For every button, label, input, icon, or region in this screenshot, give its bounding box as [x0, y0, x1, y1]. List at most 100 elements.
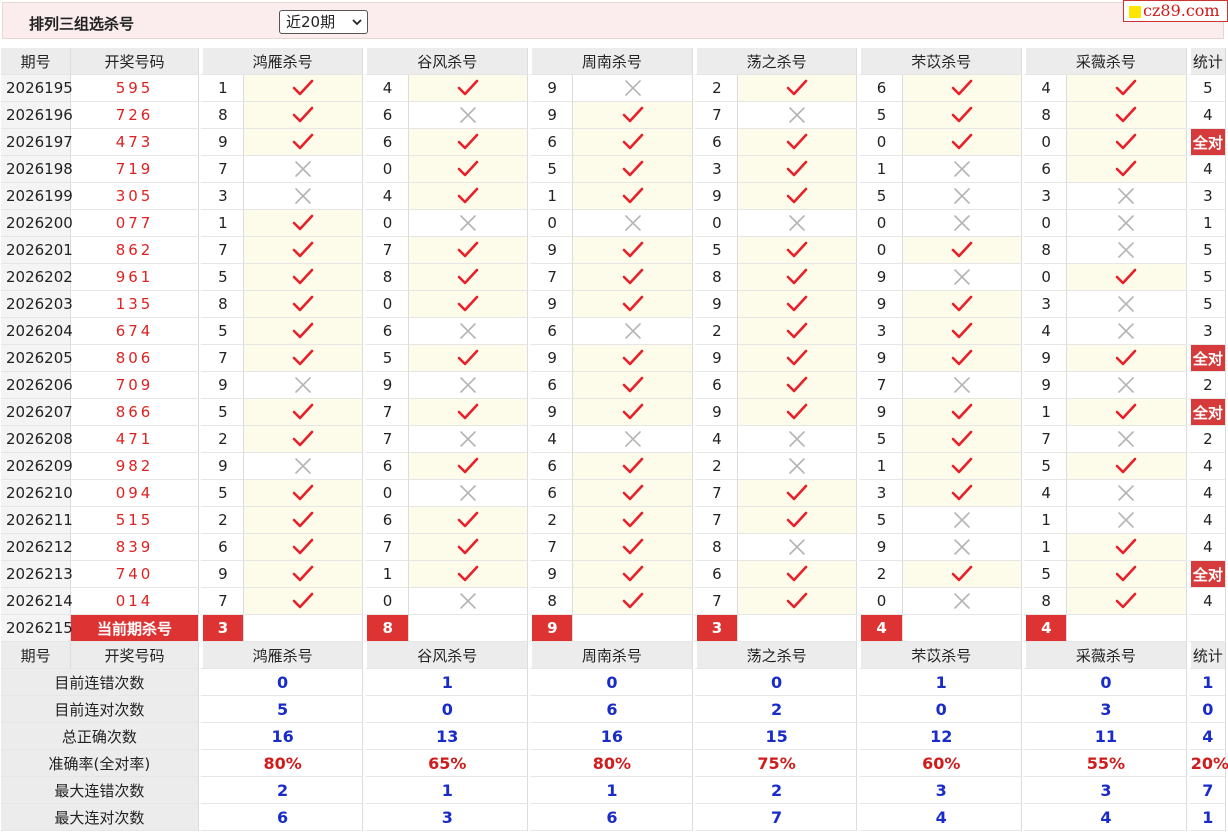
check-icon	[292, 484, 314, 501]
summary-value: 80%	[198, 750, 364, 777]
kill-number-cell: 1	[857, 453, 903, 480]
summary-label: 准确率(全对率)	[1, 750, 199, 777]
result-cell	[408, 480, 529, 507]
col-expert-header: 谷风杀号	[363, 48, 529, 75]
result-cell	[408, 237, 529, 264]
kill-number-cell: 1	[198, 75, 244, 102]
kill-number-cell: 3	[198, 183, 244, 210]
stat-cell: 4	[1186, 102, 1226, 129]
result-cell	[737, 75, 858, 102]
draw-number-cell: 094	[71, 480, 199, 507]
current-kill-number: 8	[363, 615, 409, 642]
summary-value: 1	[528, 777, 693, 804]
cross-icon	[460, 377, 476, 394]
cross-icon	[954, 539, 970, 556]
result-cell	[573, 237, 693, 264]
check-icon	[622, 484, 643, 501]
kill-number-cell: 0	[857, 210, 903, 237]
cross-icon	[1118, 215, 1135, 232]
kill-number-cell: 9	[857, 264, 903, 291]
cross-icon	[789, 215, 805, 232]
check-icon	[951, 241, 973, 258]
kill-number-table: 期号 开奖号码 鸿雁杀号 谷风杀号 周南杀号 荡之杀号 芣苡杀号 采薇杀号 统计 2026195 5…	[1, 48, 1228, 831]
result-cell	[902, 588, 1023, 615]
issue-cell: 2026204	[1, 318, 73, 345]
result-cell	[573, 318, 693, 345]
summary-stat: 7	[1186, 777, 1226, 804]
col-expert-header: 鸿雁杀号	[198, 642, 364, 669]
summary-stat: 4	[1186, 723, 1226, 750]
cross-icon	[789, 107, 805, 124]
kill-number-cell: 1	[528, 183, 574, 210]
stat-cell: 4	[1186, 507, 1226, 534]
kill-number-cell: 5	[363, 345, 409, 372]
result-cell	[243, 102, 364, 129]
kill-number-cell: 2	[692, 75, 738, 102]
result-cell	[573, 561, 693, 588]
result-cell	[1067, 318, 1187, 345]
result-cell	[902, 453, 1023, 480]
summary-label: 目前连错次数	[1, 669, 199, 696]
check-icon	[786, 268, 808, 285]
result-cell	[902, 183, 1023, 210]
summary-value: 1	[857, 669, 1023, 696]
check-icon	[457, 187, 479, 204]
check-icon	[951, 349, 973, 366]
result-cell	[737, 183, 858, 210]
kill-number-cell: 7	[1022, 426, 1068, 453]
kill-number-cell: 9	[528, 237, 574, 264]
result-cell	[573, 291, 693, 318]
stat-cell: 4	[1186, 480, 1226, 507]
period-select-value: 近20期	[286, 13, 336, 31]
top-header-row: 期号 开奖号码 鸿雁杀号 谷风杀号 周南杀号 荡之杀号 芣苡杀号 采薇杀号 统计	[1, 48, 1226, 75]
kill-number-cell: 9	[198, 453, 244, 480]
table-row: 2026208 471 2 7 4 4 5 7 2	[1, 426, 1226, 453]
issue-cell: 2026199	[1, 183, 73, 210]
result-cell	[573, 345, 693, 372]
current-empty-cell	[902, 615, 1023, 642]
kill-number-cell: 6	[363, 453, 409, 480]
summary-value: 4	[1022, 804, 1187, 831]
kill-number-cell: 0	[692, 210, 738, 237]
result-cell	[408, 102, 529, 129]
kill-number-cell: 6	[363, 318, 409, 345]
check-icon	[292, 268, 314, 285]
kill-number-cell: 5	[692, 237, 738, 264]
result-cell	[902, 237, 1023, 264]
result-cell	[737, 588, 858, 615]
result-cell	[737, 210, 858, 237]
issue-cell: 2026198	[1, 156, 73, 183]
check-icon	[292, 511, 314, 528]
result-cell	[573, 426, 693, 453]
result-cell	[243, 75, 364, 102]
check-icon	[786, 79, 808, 96]
result-cell	[408, 318, 529, 345]
kill-number-cell: 6	[1022, 156, 1068, 183]
current-empty-cell	[737, 615, 858, 642]
result-cell	[243, 183, 364, 210]
check-icon	[457, 565, 479, 582]
check-icon	[951, 133, 973, 150]
check-icon	[622, 565, 643, 582]
col-stat-header: 统计	[1186, 48, 1226, 75]
kill-number-cell: 3	[1022, 291, 1068, 318]
table-row: 2026212 839 6 7 7 8 9 1 4	[1, 534, 1226, 561]
result-cell	[408, 426, 529, 453]
result-cell	[573, 588, 693, 615]
kill-number-cell: 8	[1022, 237, 1068, 264]
kill-number-cell: 3	[857, 480, 903, 507]
col-issue-header: 期号	[1, 642, 72, 669]
col-expert-header: 芣苡杀号	[857, 642, 1023, 669]
check-icon	[622, 349, 643, 366]
kill-number-cell: 5	[198, 480, 244, 507]
issue-cell: 2026196	[1, 102, 73, 129]
result-cell	[737, 345, 858, 372]
kill-number-cell: 7	[198, 237, 244, 264]
result-cell	[1067, 561, 1187, 588]
result-cell	[1067, 291, 1187, 318]
period-select[interactable]: 近20期	[279, 10, 368, 34]
check-icon	[292, 430, 314, 447]
result-cell	[1067, 372, 1187, 399]
site-badge[interactable]: cz89.com	[1123, 0, 1228, 22]
result-cell	[902, 264, 1023, 291]
